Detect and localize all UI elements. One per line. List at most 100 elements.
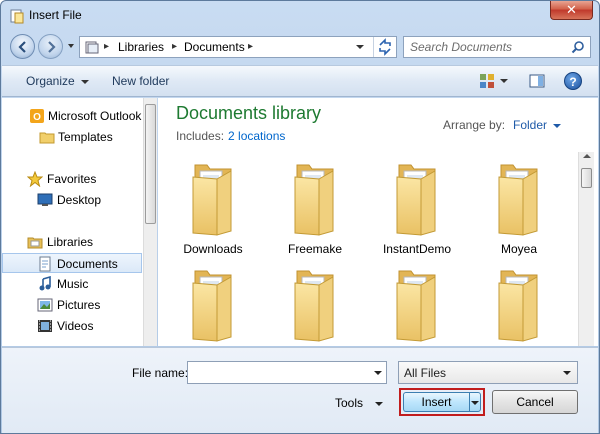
arrange-by-value: Folder (513, 118, 548, 132)
documents-icon (39, 256, 51, 272)
file-type-select[interactable]: All Files (398, 361, 578, 384)
folder-icon (294, 164, 334, 236)
tools-menu[interactable]: Tools (335, 396, 384, 410)
library-location-icon (85, 41, 99, 54)
dialog-footer: File name: All Files Tools Insert Cancel (2, 347, 598, 433)
insert-file-icon (10, 9, 24, 24)
libraries-icon (27, 237, 43, 249)
search-box (403, 36, 591, 58)
sidebar-item-label: Favorites (47, 172, 97, 186)
change-view-icon[interactable] (479, 73, 495, 89)
organize-label: Organize (26, 74, 75, 88)
sidebar-item-label: Libraries (47, 235, 94, 249)
title-bar: Insert File ✕ (1, 1, 599, 31)
sidebar-item-label: Pictures (57, 298, 101, 312)
sidebar-item-favorites[interactable]: Favorites (2, 169, 142, 189)
folder-item[interactable] (474, 259, 564, 346)
chevron-down-icon (563, 371, 571, 375)
folder-item[interactable] (372, 259, 462, 346)
back-arrow-icon (18, 41, 26, 53)
chevron-down-icon (375, 401, 384, 406)
folder-label: Moyea (500, 242, 538, 256)
star-icon (27, 171, 43, 187)
folder-item[interactable] (168, 259, 258, 346)
videos-icon (38, 320, 52, 332)
file-list-pane: Documents library Includes: 2 locations A… (158, 98, 598, 346)
folder-item[interactable]: Freemake (270, 153, 360, 256)
breadcrumb-separator[interactable]: ▸ (104, 41, 109, 52)
folder-icon (294, 270, 334, 342)
folder-icon (396, 270, 436, 342)
folder-icon (192, 270, 232, 342)
sidebar-item-label: Videos (57, 319, 94, 333)
forward-arrow-icon (48, 41, 56, 53)
folder-icon (396, 164, 436, 236)
sidebar-item-music[interactable]: Music (2, 274, 142, 294)
sidebar-item-label: Music (57, 277, 89, 291)
tools-label: Tools (335, 396, 364, 410)
folder-icon (498, 164, 538, 236)
scrollbar-thumb[interactable] (581, 168, 592, 188)
search-input[interactable] (404, 37, 570, 57)
insert-highlight: Insert (399, 388, 485, 416)
folder-item[interactable]: Moyea (474, 153, 564, 256)
address-history-dropdown-icon[interactable] (352, 39, 368, 55)
sidebar-item-label: Documents (57, 257, 118, 271)
insert-button[interactable]: Insert (403, 392, 469, 412)
pictures-icon (37, 298, 53, 312)
cancel-button[interactable]: Cancel (492, 390, 578, 414)
organize-menu[interactable]: Organize (26, 74, 89, 88)
folder-label: InstantDemo (382, 242, 452, 256)
search-icon[interactable] (571, 40, 585, 54)
file-name-label: File name: (132, 366, 189, 380)
chevron-down-icon (471, 401, 479, 405)
content-scrollbar[interactable] (578, 152, 594, 346)
refresh-button[interactable] (373, 37, 395, 57)
scrollbar-thumb[interactable] (145, 104, 156, 224)
sidebar-item-label: Microsoft Outlook (48, 109, 142, 123)
locations-link[interactable]: 2 locations (228, 129, 285, 143)
chevron-down-icon (553, 123, 562, 128)
sidebar-item-libraries[interactable]: Libraries (2, 232, 142, 252)
sidebar-item-videos[interactable]: Videos (2, 316, 142, 336)
back-button[interactable] (10, 34, 35, 59)
sidebar-item-microsoft-outlook[interactable]: O Microsoft Outlook (2, 106, 142, 126)
outlook-icon: O (30, 109, 44, 123)
file-type-value: All Files (404, 366, 447, 380)
arrange-by-label: Arrange by: (443, 118, 506, 132)
recent-pages-dropdown-icon[interactable] (66, 41, 76, 51)
folder-item[interactable] (270, 259, 360, 346)
arrange-by-dropdown[interactable]: Folder (513, 118, 562, 132)
chevron-down-icon (80, 79, 89, 84)
preview-pane-icon[interactable] (529, 73, 545, 89)
file-name-input[interactable] (188, 362, 368, 383)
folder-item[interactable]: InstantDemo (372, 153, 462, 256)
breadcrumb-libraries[interactable]: Libraries (118, 40, 164, 54)
desktop-icon (37, 193, 53, 206)
breadcrumb-documents[interactable]: Documents (184, 40, 245, 54)
sidebar-item-templates[interactable]: Templates (2, 127, 142, 147)
sidebar-item-desktop[interactable]: Desktop (2, 190, 142, 210)
includes-label: Includes: (176, 129, 225, 143)
file-name-dropdown-icon[interactable] (374, 371, 382, 375)
refresh-icon (379, 38, 391, 56)
address-bar[interactable]: ▸ Libraries ▸ Documents ▸ (79, 36, 397, 58)
navigation-pane: O Microsoft Outlook Templates Favorites … (2, 98, 157, 346)
view-options-dropdown-icon[interactable] (500, 79, 508, 83)
insert-options-button[interactable] (469, 392, 481, 412)
scroll-up-icon[interactable] (583, 154, 591, 158)
folder-icon (39, 132, 55, 144)
breadcrumb-separator[interactable]: ▸ (172, 41, 177, 52)
window-title: Insert File (29, 8, 82, 22)
help-icon[interactable]: ? (564, 72, 582, 90)
breadcrumb-separator[interactable]: ▸ (248, 41, 253, 52)
navigation-scrollbar[interactable] (143, 98, 157, 346)
folder-item[interactable]: Downloads (168, 153, 258, 256)
folder-label: Freemake (287, 242, 343, 256)
sidebar-item-documents[interactable]: Documents (2, 253, 142, 273)
sidebar-item-pictures[interactable]: Pictures (2, 295, 142, 315)
new-folder-button[interactable]: New folder (112, 74, 169, 88)
sidebar-item-label: Desktop (57, 193, 102, 207)
forward-button[interactable] (38, 34, 63, 59)
close-button[interactable]: ✕ (550, 1, 593, 20)
